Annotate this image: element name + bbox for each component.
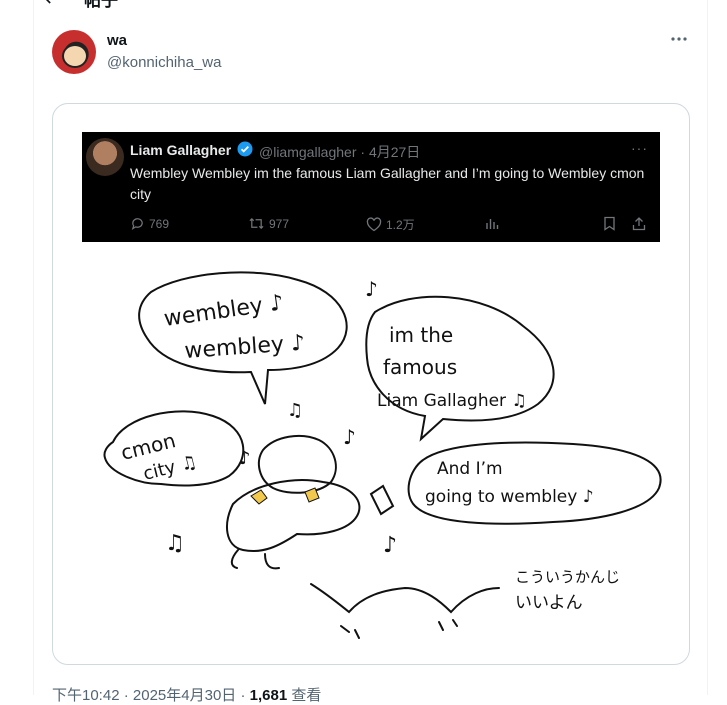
phone — [369, 484, 395, 516]
embedded-retweet: 977 — [248, 216, 289, 231]
bubble4-line1: And I’m — [437, 459, 503, 479]
music-note-3: ♪ — [343, 425, 356, 449]
handwritten-note-line1: こういうかんじ — [515, 568, 620, 586]
embedded-tweet-screenshot: Liam Gallagher @liamgallagher · 4月27日 ··… — [82, 132, 660, 242]
more-options-icon[interactable] — [668, 28, 690, 50]
embedded-handle: @liamgallagher — [259, 144, 357, 160]
character-hand-left — [250, 489, 268, 505]
meta-separator-2: · — [240, 687, 250, 704]
embedded-like-count: 1.2万 — [386, 218, 415, 232]
page-title: 帖子 — [84, 0, 118, 10]
embedded-reply: 769 — [130, 216, 169, 231]
post-time[interactable]: 下午10:42 — [52, 687, 120, 704]
bubble2-line3: Liam Gallagher ♫ — [377, 391, 527, 411]
ground-ticks — [340, 619, 458, 639]
embedded-tweet-text: Wembley Wembley im the famous Liam Galla… — [130, 165, 645, 202]
bubble1-line1: wembley ♪ — [162, 290, 285, 332]
back-arrow-icon[interactable] — [40, 0, 62, 9]
views-chart-icon — [485, 216, 499, 230]
embedded-display-name: Liam Gallagher — [130, 142, 232, 158]
timeline-right-border — [707, 0, 708, 695]
timeline-left-border — [33, 0, 34, 695]
character-body — [226, 479, 361, 552]
character-legs — [230, 549, 280, 570]
post-date[interactable]: 2025年4月30日 — [133, 687, 236, 704]
heart-icon — [366, 217, 382, 232]
music-note-2: ♫ — [287, 400, 303, 421]
embedded-more-icon: ··· — [631, 140, 648, 156]
meta-separator: · — [123, 687, 133, 704]
speech-bubble-wembley-going — [407, 441, 662, 525]
hand-drawn-illustration: wembley ♪ wembley ♪ im the famous Liam G… — [103, 271, 662, 639]
author-avatar[interactable] — [52, 30, 96, 74]
author-display-name[interactable]: wa — [107, 32, 127, 49]
bubble2-line1: im the — [389, 323, 453, 347]
embedded-avatar — [86, 138, 124, 176]
embedded-date: 4月27日 — [368, 144, 421, 160]
music-note-4: ♪ — [239, 448, 251, 469]
bubble4-line2: going to wembley ♪ — [425, 487, 594, 507]
embedded-retweet-count: 977 — [269, 216, 290, 231]
music-note-1: ♪ — [365, 277, 378, 301]
view-label: 查看 — [291, 687, 322, 704]
view-count: 1,681 — [249, 687, 288, 704]
post-header: 帖子 — [40, 0, 118, 10]
bubble1-line2: wembley ♪ — [184, 331, 306, 364]
embedded-reply-count: 769 — [149, 216, 170, 231]
author-handle[interactable]: @konnichiha_wa — [107, 54, 221, 71]
embedded-handle-date: @liamgallagher · 4月27日 — [259, 142, 420, 162]
embedded-action-bar: 769 977 1.2万 — [130, 216, 650, 236]
handwritten-note-line2: いいよん — [515, 593, 583, 613]
bookmark-icon — [603, 216, 616, 231]
share-icon — [632, 216, 646, 231]
music-note-5: ♫ — [165, 531, 185, 556]
retweet-icon — [249, 217, 264, 230]
music-note-6: ♪ — [383, 533, 397, 558]
post-media-image[interactable]: Liam Gallagher @liamgallagher · 4月27日 ··… — [52, 103, 690, 665]
embedded-like: 1.2万 — [366, 216, 415, 233]
verified-badge-icon — [237, 141, 253, 157]
ground-line — [310, 583, 500, 614]
reply-icon — [131, 218, 143, 231]
bubble2-line2: famous — [383, 355, 457, 379]
embedded-separator: · — [360, 144, 369, 160]
